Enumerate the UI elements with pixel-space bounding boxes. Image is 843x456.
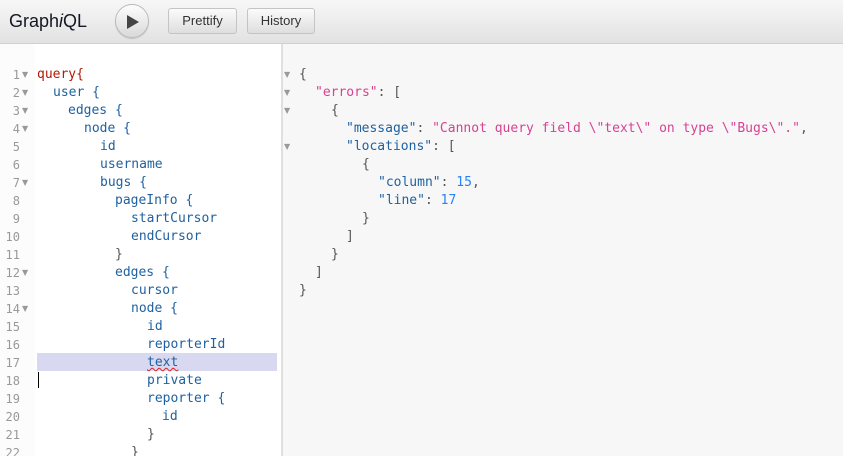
result-line: ] xyxy=(315,265,323,280)
json-key-message: "message" xyxy=(346,121,417,136)
title-part-ql: QL xyxy=(63,11,88,31)
code-line: endCursor xyxy=(131,229,202,244)
line-number: 9 xyxy=(12,212,20,226)
fold-arrow-icon[interactable]: ▼ xyxy=(284,66,290,84)
play-icon xyxy=(127,15,139,29)
line-number: 1 xyxy=(12,68,20,82)
error-message-value: "Cannot query field \"text\" on type \"B… xyxy=(432,121,800,136)
line-number: 19 xyxy=(5,392,20,406)
json-key-column: "column" xyxy=(378,175,441,190)
fold-arrow-icon[interactable]: ▼ xyxy=(22,264,28,282)
code-line: edges { xyxy=(115,265,170,280)
line-number: 18 xyxy=(5,374,20,388)
fold-arrow-icon[interactable]: ▼ xyxy=(22,84,28,102)
line-number: 11 xyxy=(5,248,20,262)
line-number: 7 xyxy=(12,176,20,190)
json-key-errors: "errors" xyxy=(315,85,378,100)
line-value: 17 xyxy=(440,193,457,208)
code-line: reporterId xyxy=(147,337,226,352)
result-line: ] xyxy=(346,229,354,244)
result-line: "line": 17 xyxy=(378,193,457,208)
prettify-button[interactable]: Prettify xyxy=(168,8,237,34)
text-cursor xyxy=(38,372,39,388)
title-part-graph: Graph xyxy=(9,11,60,31)
result-line: "column": 15, xyxy=(378,175,480,190)
code-line: bugs { xyxy=(100,175,147,190)
line-number: 15 xyxy=(5,320,20,334)
result-line: { xyxy=(362,157,370,172)
code-line-error: text xyxy=(147,355,179,370)
result-viewer: ▼ ▼ ▼ ▼ { "errors": [ { "message": "Cann… xyxy=(283,44,843,456)
code-line: pageInfo { xyxy=(115,193,194,208)
code-line: cursor xyxy=(131,283,178,298)
fold-arrow-icon[interactable]: ▼ xyxy=(22,300,28,318)
line-number: 4 xyxy=(12,122,20,136)
code-line: username xyxy=(100,157,163,172)
fold-arrow-icon[interactable]: ▼ xyxy=(22,66,28,84)
code-line: edges { xyxy=(68,103,123,118)
code-line: id xyxy=(147,319,163,334)
result-line: { xyxy=(299,67,307,82)
line-number: 12 xyxy=(5,266,20,280)
fold-arrow-icon[interactable]: ▼ xyxy=(284,102,290,120)
line-number: 2 xyxy=(12,86,20,100)
app-title: GraphiQL xyxy=(9,11,87,32)
code-line: node { xyxy=(131,301,178,316)
line-number: 20 xyxy=(5,410,20,424)
code-line: } xyxy=(115,247,123,262)
json-key-locations: "locations" xyxy=(346,139,433,154)
json-punct: : [ xyxy=(432,139,456,154)
toolbar: GraphiQL Prettify History xyxy=(0,0,843,44)
code-line: user { xyxy=(53,85,100,100)
line-number: 22 xyxy=(5,446,20,456)
line-number: 3 xyxy=(12,104,20,118)
result-line: "errors": [ xyxy=(315,84,401,102)
query-editor[interactable]: 1 2 3 4 5 6 7 8 9 10 11 12 13 14 15 16 1… xyxy=(0,44,282,456)
line-number: 14 xyxy=(5,302,20,316)
code-line: startCursor xyxy=(131,211,218,226)
execute-query-button[interactable] xyxy=(115,4,149,38)
json-punct: : [ xyxy=(377,85,402,100)
json-key-line: "line" xyxy=(378,193,425,208)
fold-arrow-icon[interactable]: ▼ xyxy=(22,102,28,120)
line-number: 8 xyxy=(12,194,20,208)
fold-arrow-icon[interactable]: ▼ xyxy=(284,84,290,102)
code-line: node { xyxy=(84,121,131,136)
line-number: 6 xyxy=(12,158,20,172)
line-number: 5 xyxy=(12,140,20,154)
code-line: id xyxy=(100,139,116,154)
result-line: } xyxy=(362,211,370,226)
line-number: 16 xyxy=(5,338,20,352)
line-number: 10 xyxy=(5,230,20,244)
result-line: } xyxy=(331,247,339,262)
result-line: "message": "Cannot query field \"text\" … xyxy=(346,121,808,136)
result-line: } xyxy=(299,283,307,298)
code-line: } xyxy=(131,445,139,456)
line-number: 17 xyxy=(5,356,20,370)
fold-arrow-icon[interactable]: ▼ xyxy=(22,174,28,192)
code-line: id xyxy=(162,409,178,424)
line-number: 21 xyxy=(5,428,20,442)
code-line: } xyxy=(147,427,155,442)
line-number: 13 xyxy=(5,284,20,298)
code-line: private xyxy=(147,373,202,388)
fold-arrow-icon[interactable]: ▼ xyxy=(284,138,290,156)
code-line: query{ xyxy=(37,67,84,82)
code-line: reporter { xyxy=(147,391,226,406)
column-value: 15 xyxy=(456,175,472,190)
result-line: "locations": [ xyxy=(346,138,456,156)
result-line: { xyxy=(331,103,339,118)
history-button[interactable]: History xyxy=(247,8,315,34)
fold-arrow-icon[interactable]: ▼ xyxy=(22,120,28,138)
